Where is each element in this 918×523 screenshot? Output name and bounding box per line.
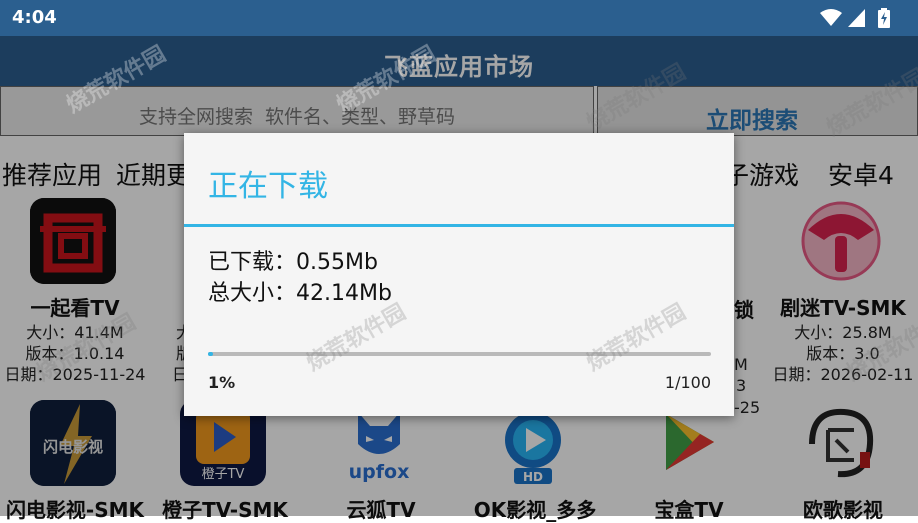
status-bar: 4:04 bbox=[0, 0, 918, 36]
progress-count: 1/100 bbox=[664, 373, 711, 392]
signal-icon bbox=[848, 9, 865, 27]
download-progress-bar bbox=[208, 352, 711, 356]
dialog-title: 正在下载 bbox=[208, 169, 328, 204]
progress-percent: 1% bbox=[208, 373, 236, 392]
progress-fill bbox=[208, 352, 213, 356]
dialog-divider bbox=[184, 224, 734, 227]
wifi-icon bbox=[820, 9, 842, 26]
status-time: 4:04 bbox=[12, 7, 57, 28]
total-size: 总大小：42.14Mb bbox=[208, 281, 392, 306]
downloaded-size: 已下载：0.55Mb bbox=[208, 250, 378, 275]
battery-charging-icon bbox=[878, 8, 890, 28]
download-dialog[interactable]: 正在下载 已下载：0.55Mb 总大小：42.14Mb 1% 1/100 bbox=[184, 133, 734, 416]
